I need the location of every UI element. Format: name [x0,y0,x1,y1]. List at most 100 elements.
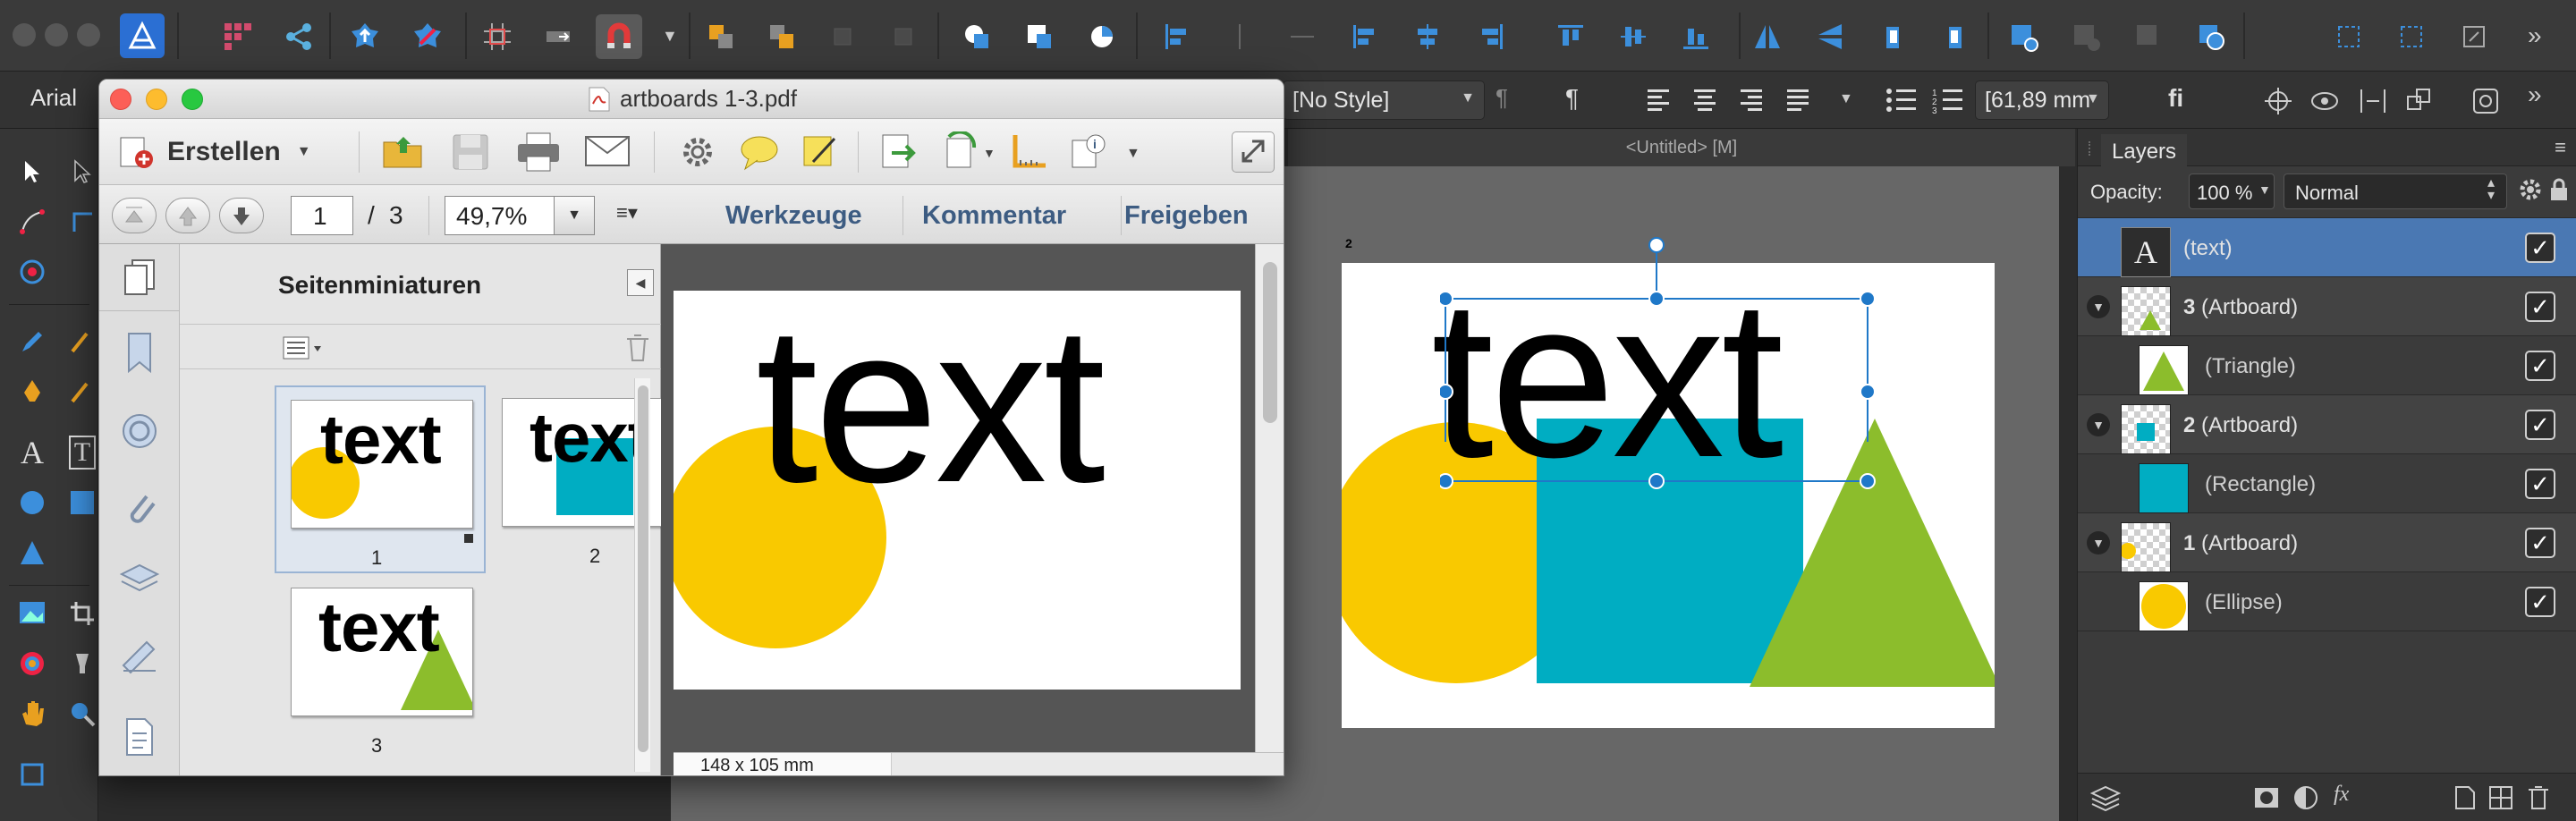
transform-objects-icon[interactable] [2388,14,2435,59]
font-size-dropdown-icon[interactable]: ▼ [2086,91,2100,107]
pixel-persona-icon[interactable] [404,14,451,59]
layer-row-artboard-3[interactable]: ▼ 3 (Artboard) ✓ [2078,277,2576,336]
pdf-page-1[interactable]: text [674,291,1241,690]
page-scroll-thumb[interactable] [1263,262,1277,423]
distribute-bottom-icon[interactable] [1673,14,1719,59]
boolean-intersect-icon[interactable] [1079,14,1125,59]
layer-visibility-checkbox[interactable]: ✓ [2525,351,2555,381]
share-pane-link[interactable]: Freigeben [1124,201,1249,231]
layer-visibility-checkbox[interactable]: ✓ [2525,469,2555,499]
collapse-sidebar-icon[interactable]: ◀ [627,269,654,296]
vector-brush-tool-icon[interactable] [63,322,102,361]
page-thumbnail-3[interactable]: text [291,588,473,716]
sign-pen-sidebar-icon[interactable] [117,634,162,679]
layer-row-triangle[interactable]: (Triangle) ✓ [2078,336,2576,395]
layer-visibility-checkbox[interactable]: ✓ [2525,587,2555,617]
open-folder-icon[interactable] [380,131,427,177]
insert-group-icon[interactable] [2000,14,2046,59]
thumbnails-scrollbar[interactable] [634,378,650,772]
add-pixel-layer-icon[interactable] [2453,784,2477,816]
signatures-icon[interactable] [117,409,162,453]
sign-pen-icon[interactable] [801,131,840,175]
point-transform-tool-icon[interactable] [63,202,102,241]
align-bottom-icon[interactable] [1467,14,1513,59]
grid-toggle-icon[interactable] [474,14,521,59]
delete-page-trash-icon[interactable] [625,334,650,367]
clip-icon[interactable] [2188,14,2234,59]
flip-vertical-icon[interactable] [1807,14,1853,59]
document-properties-icon[interactable]: i [1069,131,1108,175]
place-image-tool-icon[interactable] [13,594,52,633]
distribute-middle-icon[interactable] [1610,14,1657,59]
corner-tool-icon[interactable] [13,202,52,241]
constraints-icon[interactable] [2470,86,2501,121]
align-right-icon[interactable] [1279,14,1326,59]
paragraph-mark-icon[interactable]: ¶ [1565,84,1579,113]
disclosure-triangle-icon[interactable]: ▼ [2087,531,2110,554]
acrobat-zoom-button[interactable] [182,89,203,110]
toolbar-more-dropdown-icon[interactable]: ▼ [1126,146,1140,162]
snapping-magnet-icon[interactable] [596,14,642,59]
crosshair-icon[interactable] [2263,86,2293,121]
fill-brush-tool-icon[interactable] [63,372,102,411]
rotate-right-icon[interactable] [1932,14,1979,59]
comment-bubble-icon[interactable] [740,133,779,175]
color-picker-tool-icon[interactable] [13,644,52,683]
page-number-input[interactable]: 1 [291,196,353,235]
artistic-text-tool-icon[interactable]: A [13,433,52,472]
transparency-tool-icon[interactable] [63,644,102,683]
order-backward-icon[interactable] [880,14,927,59]
paragraph-style-dropdown[interactable]: [No Style] ▼ [1283,80,1485,120]
pencil-tool-icon[interactable] [13,322,52,361]
view-options-menu-icon[interactable]: ≡▾ [616,201,638,224]
acrobat-minimize-button[interactable] [146,89,167,110]
share-persona-icon[interactable] [275,14,322,59]
rotate-left-icon[interactable] [1869,14,1916,59]
layer-settings-gear-icon[interactable] [2518,177,2543,207]
export-page-icon[interactable] [879,131,919,175]
zoom-dropdown-icon[interactable]: ▼ [554,196,595,235]
panel-menu-icon[interactable]: ≡ [2555,136,2566,159]
zoom-tool-icon[interactable] [63,694,102,733]
email-icon[interactable] [584,133,631,174]
create-button[interactable]: Erstellen ▼ [117,130,332,174]
print-icon[interactable] [516,131,561,177]
triangle-tool-icon[interactable] [13,533,52,572]
save-icon[interactable] [450,131,491,177]
view-eye-icon[interactable] [2309,86,2340,121]
export-persona-icon[interactable] [342,14,388,59]
window-zoom-button[interactable] [77,23,100,47]
layer-lock-icon[interactable] [2548,177,2570,207]
numbered-list-icon[interactable]: 123 [1932,86,1964,119]
triangle-shape[interactable] [1750,419,1995,687]
delete-layer-icon[interactable] [2527,784,2550,816]
order-forward-icon[interactable] [819,14,866,59]
persona-grid-icon[interactable] [215,14,261,59]
window-close-button[interactable] [13,23,36,47]
layer-visibility-checkbox[interactable]: ✓ [2525,528,2555,558]
rotate-dropdown-icon[interactable]: ▼ [983,146,996,160]
boolean-add-icon[interactable] [953,14,1000,59]
distribute-top-icon[interactable] [1547,14,1594,59]
layer-row-artboard-1[interactable]: ▼ 1 (Artboard) ✓ [2078,513,2576,572]
export-slices-icon[interactable] [13,755,52,794]
align-center-icon[interactable] [1216,14,1263,59]
comment-pane-link[interactable]: Kommentar [922,201,1066,231]
selection-bottom-handles[interactable] [1440,470,1905,506]
mask-icon[interactable] [2125,14,2172,59]
layer-row-ellipse[interactable]: (Ellipse) ✓ [2078,572,2576,631]
layers-stack-icon[interactable] [2089,784,2122,816]
flip-horizontal-icon[interactable] [1744,14,1791,59]
toolbar-overflow-icon[interactable]: » [2528,21,2542,50]
transform-settings-icon[interactable] [2451,14,2497,59]
layers-tab[interactable]: Layers [2101,134,2188,166]
pdf-page-view[interactable]: text 148 x 105 mm [661,244,1284,775]
acrobat-title-bar[interactable]: artboards 1-3.pdf [99,80,1284,119]
transform-select-icon[interactable] [2326,14,2372,59]
align-left-icon[interactable] [1154,14,1200,59]
acrobat-close-button[interactable] [110,89,131,110]
ligatures-button[interactable]: fi [2168,84,2183,113]
align-middle-icon[interactable] [1404,14,1451,59]
thumbnail-options-menu-icon[interactable] [282,335,326,365]
affinity-designer-logo-icon[interactable] [120,13,165,58]
